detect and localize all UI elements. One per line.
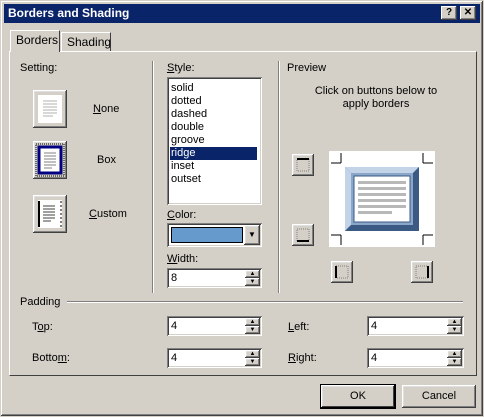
none-border-icon xyxy=(38,95,62,123)
padding-bottom-spinner[interactable]: 4 ▲ ▼ xyxy=(167,348,262,368)
padding-left-down-arrow[interactable]: ▼ xyxy=(447,326,462,334)
preview-canvas[interactable] xyxy=(329,151,435,247)
tab-borders[interactable]: Borders xyxy=(10,30,60,52)
style-option-double[interactable]: double xyxy=(171,121,258,134)
padding-left-label: Left: xyxy=(288,321,310,333)
style-option-dotted[interactable]: dotted xyxy=(171,95,258,108)
padding-right-up-arrow[interactable]: ▲ xyxy=(447,350,462,358)
style-option-inset[interactable]: inset xyxy=(171,160,258,173)
tab-borders-label: Borders xyxy=(16,33,59,47)
padding-right-down-arrow[interactable]: ▼ xyxy=(447,358,462,366)
close-button[interactable]: ✕ xyxy=(460,6,476,20)
width-spinner[interactable]: 8 ▲ ▼ xyxy=(167,268,262,288)
setting-heading: Setting: xyxy=(20,62,58,74)
color-dropdown-arrow[interactable]: ▼ xyxy=(244,225,260,245)
padding-bottom-down-arrow[interactable]: ▼ xyxy=(245,358,260,366)
window-title: Borders and Shading xyxy=(8,6,130,20)
separator-style-preview xyxy=(278,61,280,293)
preview-left-border-button[interactable] xyxy=(331,261,353,283)
borders-shading-dialog: Borders and Shading ? ✕ Borders Shading … xyxy=(0,0,484,417)
style-option-ridge[interactable]: ridge xyxy=(170,147,257,160)
setting-none-button[interactable] xyxy=(33,90,67,128)
box-border-icon xyxy=(35,143,65,177)
setting-none-label: None xyxy=(93,103,120,115)
preview-heading: Preview xyxy=(287,62,327,74)
tab-shading[interactable]: Shading xyxy=(61,32,111,52)
right-border-icon xyxy=(415,265,429,279)
separator-setting-style xyxy=(152,61,154,293)
padding-top-up-arrow[interactable]: ▲ xyxy=(245,318,260,326)
cancel-button[interactable]: Cancel xyxy=(402,385,476,408)
custom-border-icon xyxy=(38,200,62,228)
padding-left-up-arrow[interactable]: ▲ xyxy=(447,318,462,326)
width-up-arrow[interactable]: ▲ xyxy=(245,270,260,278)
padding-right-label: Right: xyxy=(288,352,317,364)
title-bar: Borders and Shading ? ✕ xyxy=(4,4,480,23)
preview-bottom-border-button[interactable] xyxy=(292,224,314,246)
top-border-icon xyxy=(296,158,310,172)
preview-right-border-button[interactable] xyxy=(411,261,433,283)
padding-top-value: 4 xyxy=(171,320,178,332)
style-option-outset[interactable]: outset xyxy=(171,173,258,186)
tab-shading-label: Shading xyxy=(67,35,112,49)
padding-bottom-up-arrow[interactable]: ▲ xyxy=(245,350,260,358)
preview-instruction: Click on buttons below to apply borders xyxy=(314,85,438,110)
style-heading: Style: xyxy=(167,62,195,74)
style-option-solid[interactable]: solid xyxy=(171,82,258,95)
bottom-border-icon xyxy=(296,228,310,242)
padding-left-spinner[interactable]: 4 ▲ ▼ xyxy=(367,316,464,336)
width-value: 8 xyxy=(171,272,178,284)
color-label: Color: xyxy=(167,209,197,221)
width-label: Width: xyxy=(167,253,199,265)
padding-separator xyxy=(67,301,463,303)
padding-top-spinner[interactable]: 4 ▲ ▼ xyxy=(167,316,262,336)
padding-right-value: 4 xyxy=(371,352,378,364)
ok-button[interactable]: OK xyxy=(321,385,395,408)
setting-box-button[interactable] xyxy=(33,141,67,179)
left-border-icon xyxy=(335,265,349,279)
padding-top-down-arrow[interactable]: ▼ xyxy=(245,326,260,334)
padding-right-spinner[interactable]: 4 ▲ ▼ xyxy=(367,348,464,368)
padding-bottom-value: 4 xyxy=(171,352,178,364)
color-swatch xyxy=(171,227,243,243)
padding-bottom-label: Bottom: xyxy=(32,352,70,364)
preview-box-graphic xyxy=(331,153,433,245)
padding-heading: Padding xyxy=(20,296,61,308)
preview-top-border-button[interactable] xyxy=(292,154,314,176)
style-listbox[interactable]: solid dotted dashed double groove ridge … xyxy=(167,77,262,205)
padding-left-value: 4 xyxy=(371,320,378,332)
setting-custom-button[interactable] xyxy=(33,195,67,233)
setting-custom-label: Custom xyxy=(89,208,127,220)
width-down-arrow[interactable]: ▼ xyxy=(245,278,260,286)
help-button[interactable]: ? xyxy=(441,6,457,20)
style-option-dashed[interactable]: dashed xyxy=(171,108,258,121)
padding-top-label: Top: xyxy=(32,321,53,333)
style-option-groove[interactable]: groove xyxy=(171,134,258,147)
color-picker[interactable]: ▼ xyxy=(167,223,262,247)
setting-box-label: Box xyxy=(97,154,116,166)
